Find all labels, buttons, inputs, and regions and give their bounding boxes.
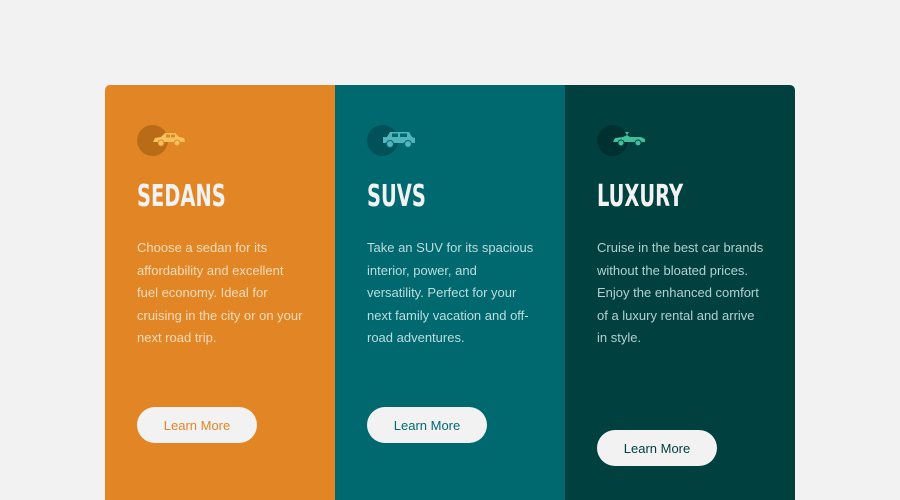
card-description: Take an SUV for its spacious interior, p… bbox=[367, 240, 534, 345]
car-category-cards: SEDANS Choose a sedan for its affordabil… bbox=[105, 85, 795, 500]
learn-more-button[interactable]: Learn More bbox=[367, 407, 487, 443]
card-sedans: SEDANS Choose a sedan for its affordabil… bbox=[105, 85, 335, 500]
suv-icon bbox=[367, 125, 423, 157]
suv-car-svg bbox=[383, 132, 415, 148]
card-title: SUVS bbox=[367, 179, 426, 214]
card-description: Cruise in the best car brands without th… bbox=[597, 240, 764, 345]
sedan-icon bbox=[137, 125, 193, 157]
luxury-car-icon bbox=[597, 125, 653, 157]
luxury-car-svg bbox=[613, 132, 645, 147]
card-description: Choose a sedan for its affordability and… bbox=[137, 240, 303, 345]
learn-more-button[interactable]: Learn More bbox=[597, 430, 717, 466]
card-title: SEDANS bbox=[137, 179, 226, 214]
card-title: LUXURY bbox=[597, 179, 684, 214]
sedan-car-svg bbox=[153, 133, 185, 147]
learn-more-button[interactable]: Learn More bbox=[137, 407, 257, 443]
card-suvs: SUVS Take an SUV for its spacious interi… bbox=[335, 85, 565, 500]
card-luxury: LUXURY Cruise in the best car brands wit… bbox=[565, 85, 795, 500]
